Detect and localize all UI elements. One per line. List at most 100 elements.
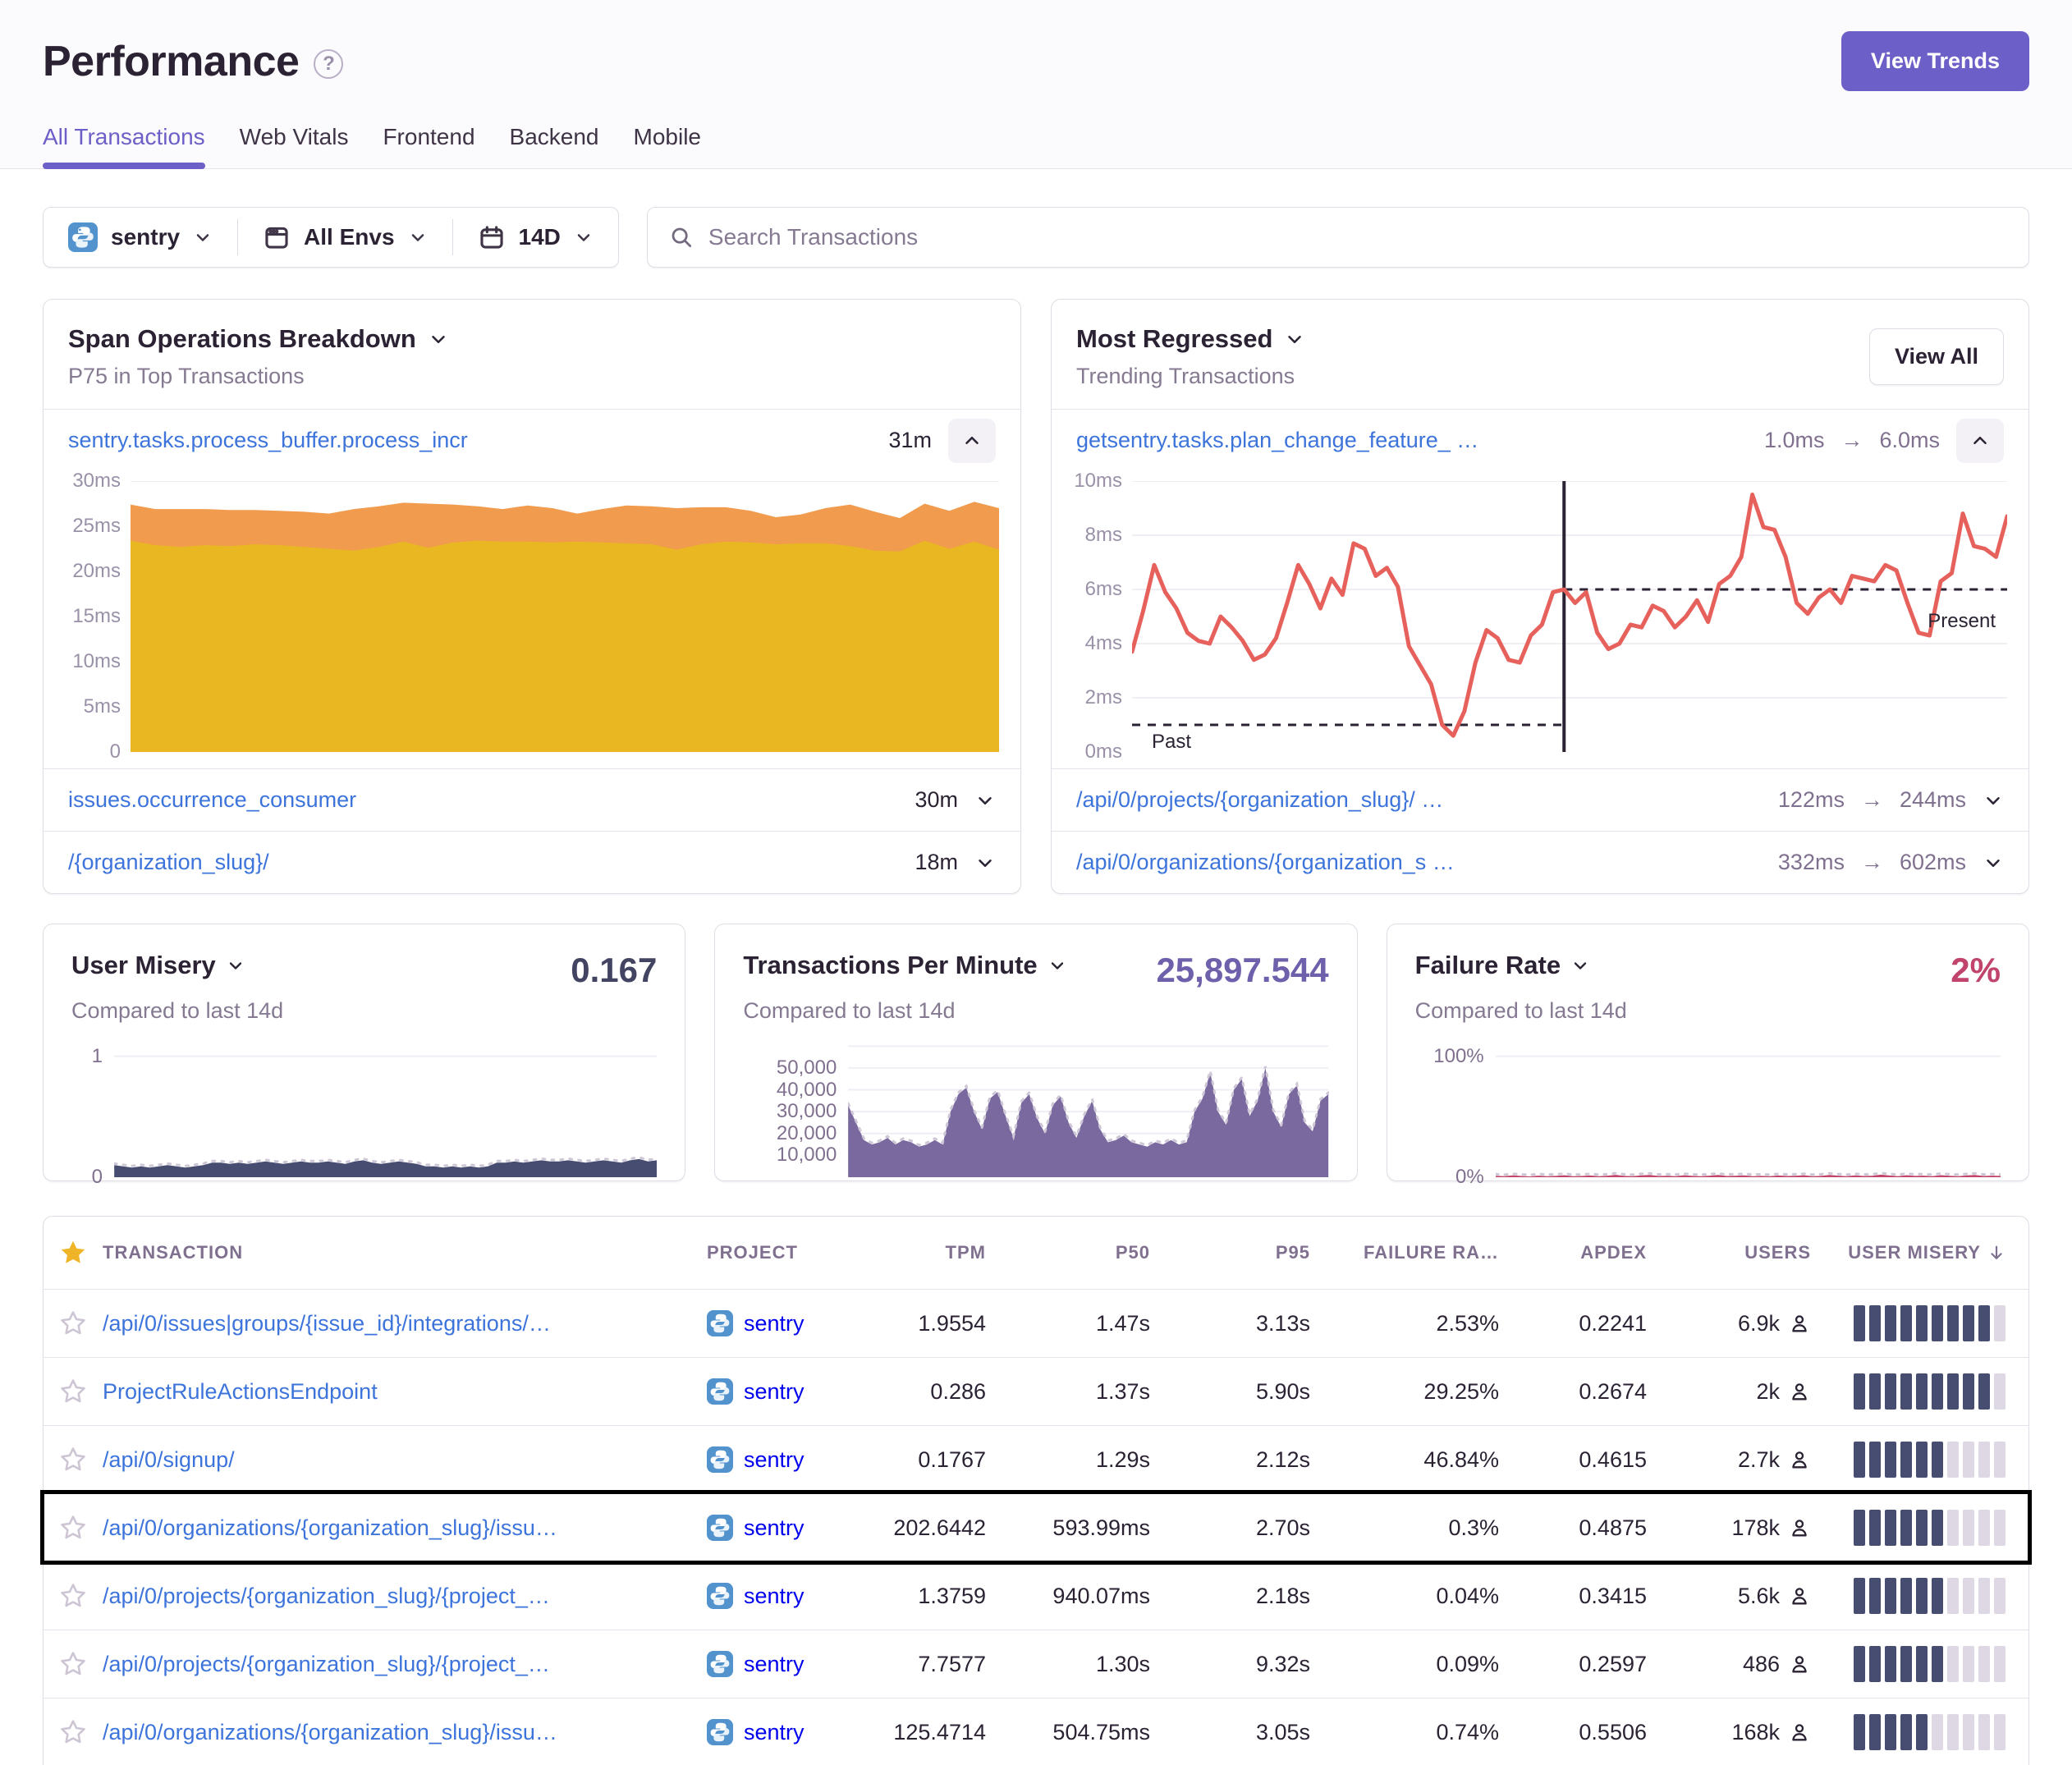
chevron-down-icon[interactable] [1047, 956, 1067, 975]
tpm-cell: 1.3759 [871, 1584, 986, 1609]
regressed-transaction-link[interactable]: /api/0/projects/{organization_slug}/ … [1076, 787, 1443, 813]
transaction-link[interactable]: /api/0/projects/{organization_slug}/{pro… [103, 1584, 707, 1609]
user-misery-value: 0.167 [571, 951, 657, 990]
failure-rate-cell: 29.25% [1310, 1379, 1499, 1405]
p95-cell: 2.18s [1150, 1584, 1310, 1609]
p95-cell: 3.13s [1150, 1311, 1310, 1336]
user-misery-bars [1811, 1714, 2028, 1750]
tab-frontend[interactable]: Frontend [383, 124, 474, 168]
regression-from-value: 122ms [1778, 787, 1845, 813]
transaction-link[interactable]: /api/0/organizations/{organization_slug}… [103, 1720, 707, 1745]
arrow-right-icon: → [1861, 850, 1883, 875]
regressed-chart-y-axis: 10ms8ms6ms4ms2ms0ms [1063, 481, 1132, 752]
p50-cell: 1.29s [986, 1447, 1150, 1473]
chevron-down-icon[interactable] [1570, 956, 1590, 975]
span-op-row: /{organization_slug}/ 18m [44, 831, 1020, 893]
col-users[interactable]: USERS [1647, 1242, 1811, 1263]
transaction-link[interactable]: ProjectRuleActionsEndpoint [103, 1379, 707, 1405]
regressed-transaction-link[interactable]: /api/0/organizations/{organization_s … [1076, 850, 1455, 875]
sort-descending-icon [1987, 1244, 2006, 1262]
python-project-icon [68, 222, 98, 252]
span-op-link[interactable]: /{organization_slug}/ [68, 850, 269, 875]
project-filter[interactable]: sentry [44, 208, 237, 267]
col-p95[interactable]: P95 [1150, 1242, 1310, 1263]
view-all-button[interactable]: View All [1869, 328, 2004, 385]
search-icon [669, 225, 694, 250]
present-label: Present [1928, 610, 1996, 633]
python-project-icon [707, 1446, 733, 1473]
users-count: 2k [1756, 1379, 1780, 1405]
project-link[interactable]: sentry [744, 1720, 805, 1745]
failure-rate-y-axis: 100%0% [1415, 1042, 1496, 1177]
col-project[interactable]: PROJECT [707, 1242, 871, 1263]
project-link[interactable]: sentry [744, 1311, 805, 1336]
col-apdex[interactable]: APDEX [1499, 1242, 1647, 1263]
col-p50[interactable]: P50 [986, 1242, 1150, 1263]
p95-cell: 9.32s [1150, 1652, 1310, 1677]
tab-all-transactions[interactable]: All Transactions [43, 124, 205, 168]
environment-filter[interactable]: All Envs [238, 208, 452, 267]
project-link[interactable]: sentry [744, 1652, 805, 1677]
table-header: TRANSACTION PROJECT TPM P50 P95 FAILURE … [44, 1217, 2028, 1289]
transaction-link[interactable]: /api/0/signup/ [103, 1447, 707, 1473]
project-link[interactable]: sentry [744, 1515, 805, 1541]
failure-rate-title: Failure Rate [1415, 951, 1561, 980]
table-row[interactable]: /api/0/signup/ sentry 0.1767 1.29s 2.12s… [44, 1425, 2028, 1493]
chevron-down-icon[interactable] [1284, 328, 1305, 350]
project-link[interactable]: sentry [744, 1379, 805, 1405]
regressed-transaction-link[interactable]: getsentry.tasks.plan_change_feature_ … [1076, 428, 1478, 453]
transaction-link[interactable]: /api/0/organizations/{organization_slug}… [103, 1515, 707, 1541]
table-row-selected[interactable]: /api/0/organizations/{organization_slug}… [44, 1493, 2028, 1561]
transaction-link[interactable]: /api/0/issues|groups/{issue_id}/integrat… [103, 1311, 707, 1336]
col-transaction[interactable]: TRANSACTION [103, 1242, 707, 1263]
chevron-down-icon[interactable] [428, 328, 449, 350]
transaction-link[interactable]: /api/0/projects/{organization_slug}/{pro… [103, 1652, 707, 1677]
user-misery-title: User Misery [71, 951, 216, 980]
python-project-icon [707, 1583, 733, 1609]
col-user-misery[interactable]: USER MISERY [1811, 1242, 2028, 1263]
tab-mobile[interactable]: Mobile [634, 124, 701, 168]
help-icon[interactable]: ? [314, 49, 343, 79]
collapse-button[interactable] [1956, 419, 2004, 463]
table-row[interactable]: /api/0/organizations/{organization_slug}… [44, 1698, 2028, 1765]
project-link[interactable]: sentry [744, 1447, 805, 1473]
tab-web-vitals[interactable]: Web Vitals [240, 124, 349, 168]
star-filled-icon[interactable] [58, 1238, 88, 1268]
star-outline-icon[interactable] [59, 1718, 87, 1746]
page-filters: sentry All Envs 14D [43, 207, 619, 268]
search-input[interactable] [708, 224, 2007, 250]
span-op-link[interactable]: sentry.tasks.process_buffer.process_incr [68, 428, 468, 453]
view-trends-button[interactable]: View Trends [1841, 31, 2029, 91]
table-row[interactable]: /api/0/issues|groups/{issue_id}/integrat… [44, 1289, 2028, 1357]
col-tpm[interactable]: TPM [871, 1242, 986, 1263]
regression-from-value: 1.0ms [1764, 428, 1825, 453]
failure-rate-cell: 2.53% [1310, 1311, 1499, 1336]
tpm-cell: 1.9554 [871, 1311, 986, 1336]
star-outline-icon[interactable] [59, 1378, 87, 1405]
chevron-down-icon [1983, 852, 2004, 873]
star-outline-icon[interactable] [59, 1650, 87, 1678]
tab-backend[interactable]: Backend [510, 124, 599, 168]
star-outline-icon[interactable] [59, 1309, 87, 1337]
expand-button[interactable] [1983, 790, 2004, 811]
failure-rate-cell: 0.09% [1310, 1652, 1499, 1677]
expand-button[interactable] [974, 790, 996, 811]
chevron-down-icon[interactable] [226, 956, 245, 975]
expand-button[interactable] [974, 852, 996, 873]
star-outline-icon[interactable] [59, 1514, 87, 1542]
tpm-cell: 125.4714 [871, 1720, 986, 1745]
apdex-cell: 0.4615 [1499, 1447, 1647, 1473]
date-range-filter[interactable]: 14D [453, 208, 618, 267]
expand-button[interactable] [1983, 852, 2004, 873]
collapse-button[interactable] [948, 419, 996, 463]
table-row[interactable]: /api/0/projects/{organization_slug}/{pro… [44, 1630, 2028, 1698]
star-outline-icon[interactable] [59, 1446, 87, 1474]
failure-rate-card: Failure Rate 2% Compared to last 14d 100… [1387, 924, 2029, 1181]
table-row[interactable]: /api/0/projects/{organization_slug}/{pro… [44, 1561, 2028, 1630]
project-link[interactable]: sentry [744, 1584, 805, 1609]
star-outline-icon[interactable] [59, 1582, 87, 1610]
table-row[interactable]: ProjectRuleActionsEndpoint sentry 0.286 … [44, 1357, 2028, 1425]
span-op-link[interactable]: issues.occurrence_consumer [68, 787, 356, 813]
col-failure-rate[interactable]: FAILURE RA… [1310, 1242, 1499, 1263]
user-icon [1788, 1584, 1811, 1607]
